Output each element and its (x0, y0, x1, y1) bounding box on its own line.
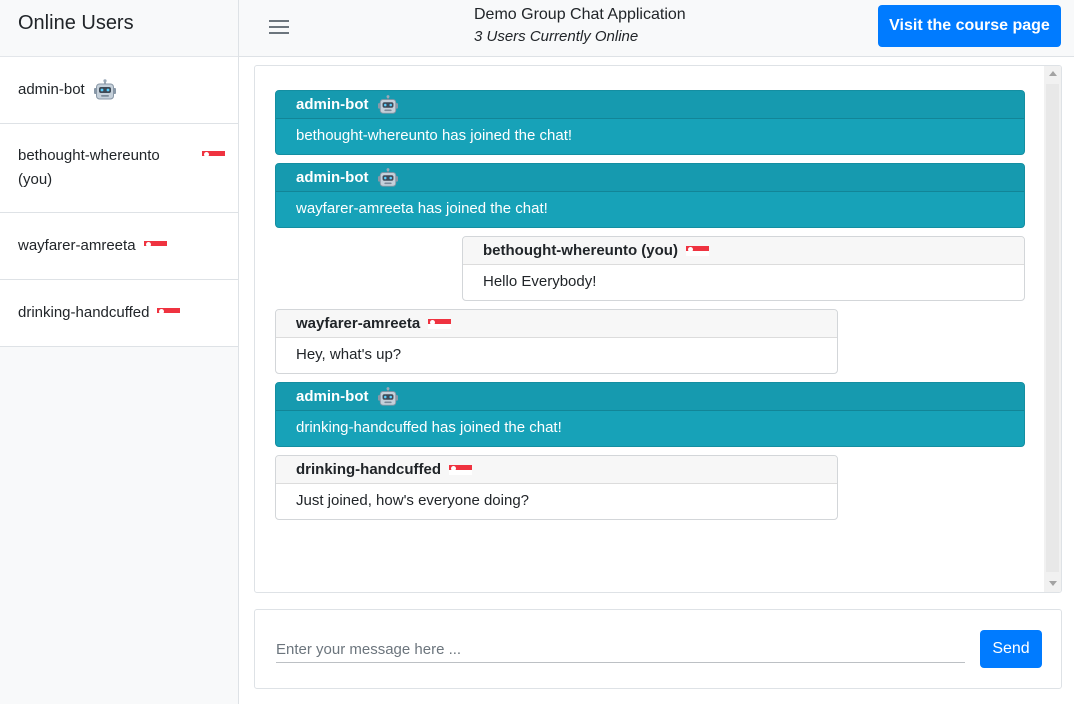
message-bot: admin-bot bethought-whereunto has joined… (275, 90, 1025, 155)
singapore-flag-icon (685, 245, 709, 256)
app-title: Demo Group Chat Application (474, 6, 686, 23)
singapore-flag-icon (143, 241, 167, 251)
message-other: wayfarer-amreeta Hey, what's up? (275, 309, 838, 374)
robot-icon (377, 167, 399, 188)
user-list: admin-bot bethought-whereunto (you) wayf… (0, 57, 238, 347)
message-sender: bethought-whereunto (you) (483, 242, 678, 259)
chat-messages-panel[interactable]: admin-bot bethought-whereunto has joined… (254, 65, 1062, 593)
robot-icon (93, 79, 117, 101)
sidebar-title: Online Users (0, 0, 238, 57)
online-count: 3 Users Currently Online (474, 28, 639, 45)
singapore-flag-icon (157, 308, 181, 318)
send-button[interactable]: Send (980, 630, 1042, 668)
singapore-flag-icon (428, 318, 452, 329)
user-item-wayfarer-amreeta[interactable]: wayfarer-amreeta (0, 213, 238, 280)
message-sender: admin-bot (296, 388, 369, 405)
message-sender: wayfarer-amreeta (296, 315, 421, 332)
robot-icon (377, 94, 399, 115)
message-composer: Send (254, 609, 1062, 689)
message-sender: admin-bot (296, 96, 369, 113)
message-text: drinking-handcuffed has joined the chat! (296, 419, 562, 436)
robot-icon (377, 386, 399, 407)
chat-app: Online Users admin-bot bethought-whereun… (0, 0, 1074, 704)
message-text: bethought-whereunto has joined the chat! (296, 127, 573, 144)
user-name: drinking-handcuffed (18, 304, 150, 321)
message-sender: admin-bot (296, 169, 369, 186)
message-text: wayfarer-amreeta has joined the chat! (296, 200, 548, 217)
message-self: bethought-whereunto (you) Hello Everybod… (462, 236, 1025, 301)
user-name: admin-bot (18, 81, 85, 98)
message-other: drinking-handcuffed Just joined, how's e… (275, 455, 838, 520)
message-text: Hey, what's up? (296, 346, 402, 363)
user-item-bethought-whereunto[interactable]: bethought-whereunto (you) (0, 124, 238, 213)
menu-toggle-icon[interactable] (269, 18, 291, 36)
user-name: bethought-whereunto (you) (18, 147, 160, 188)
singapore-flag-icon (449, 464, 472, 475)
scroll-thumb[interactable] (1046, 84, 1059, 572)
user-item-drinking-handcuffed[interactable]: drinking-handcuffed (0, 280, 238, 347)
message-bot: admin-bot wayfarer-amreeta has joined th… (275, 163, 1025, 228)
message-text: Just joined, how's everyone doing? (296, 492, 530, 509)
online-users-sidebar: Online Users admin-bot bethought-whereun… (0, 0, 239, 704)
user-name: wayfarer-amreeta (18, 237, 136, 254)
chat-scrollbar[interactable] (1044, 66, 1061, 592)
scroll-down-arrow-icon[interactable] (1049, 581, 1057, 586)
scroll-up-arrow-icon[interactable] (1049, 71, 1057, 76)
visit-course-button[interactable]: Visit the course page (878, 5, 1061, 47)
singapore-flag-icon (202, 151, 225, 161)
message-text: Hello Everybody! (483, 273, 597, 290)
message-sender: drinking-handcuffed (296, 461, 441, 478)
message-input[interactable] (276, 637, 965, 663)
user-item-admin-bot[interactable]: admin-bot (0, 57, 238, 124)
top-navbar: Demo Group Chat Application 3 Users Curr… (239, 0, 1074, 57)
message-bot: admin-bot drinking-handcuffed has joined… (275, 382, 1025, 447)
